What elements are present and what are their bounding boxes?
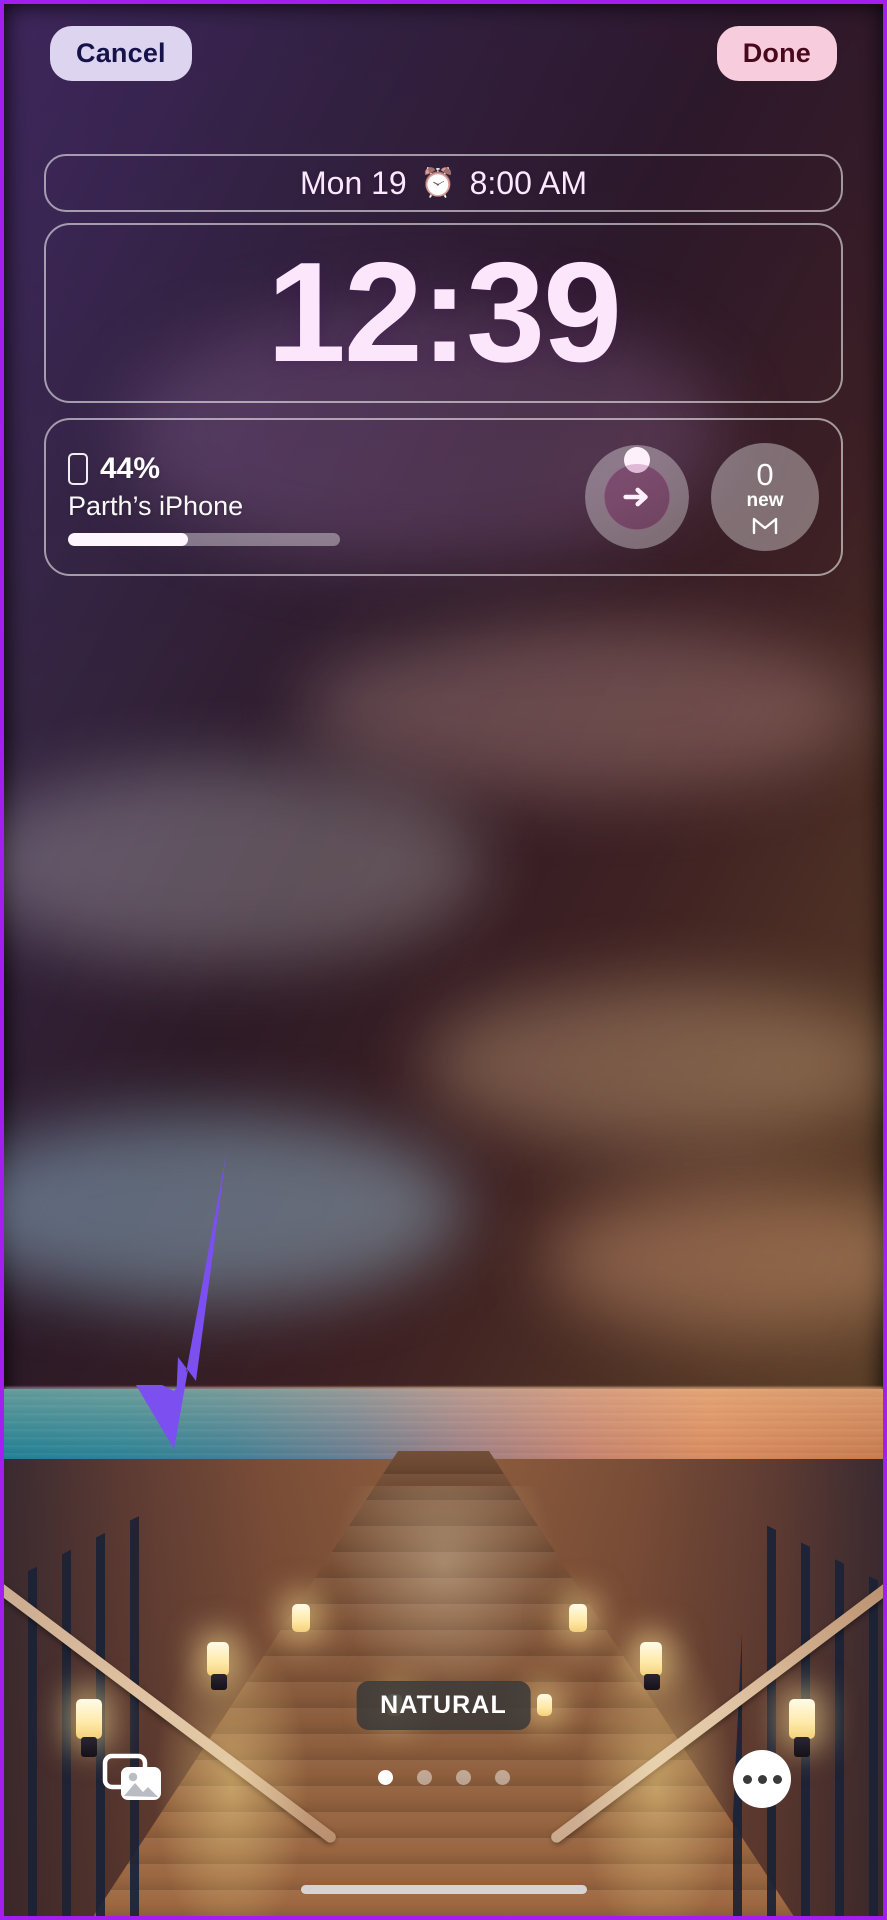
iphone-lockscreen-editor: Cancel Done Mon 19 ⏰ 8:00 AM 12:39 44% P… <box>0 0 887 1920</box>
pier-lamp-base <box>794 1737 810 1757</box>
editor-topbar: Cancel Done <box>4 26 883 81</box>
move-arrow-icon <box>623 487 648 507</box>
pier-lamp <box>207 1642 229 1676</box>
pier-lamp <box>292 1604 310 1632</box>
cancel-button[interactable]: Cancel <box>50 26 192 81</box>
pier-lamp-base <box>211 1674 227 1690</box>
battery-percent: 44% <box>100 452 161 485</box>
style-page-dots[interactable] <box>377 1770 510 1785</box>
more-options-button[interactable] <box>733 1750 791 1808</box>
iphone-icon <box>68 453 88 485</box>
pier-lamp <box>76 1699 102 1739</box>
style-page-dot[interactable] <box>416 1770 432 1785</box>
alarm-clock-icon: ⏰ <box>420 167 456 198</box>
battery-row: 44% <box>68 452 585 486</box>
alarm-time-label: 8:00 AM <box>469 164 587 201</box>
pier-lamp <box>640 1642 662 1676</box>
mail-unread-count: 0 <box>756 457 774 493</box>
pier-lamp-base <box>644 1674 660 1690</box>
pier-lamp <box>569 1604 587 1632</box>
pier-lamp <box>537 1694 552 1716</box>
pier-lamp-base <box>81 1737 97 1757</box>
date-widget-block[interactable]: Mon 19 ⏰ 8:00 AM <box>44 154 843 212</box>
home-indicator[interactable] <box>300 1885 587 1894</box>
pier-lamp <box>789 1699 815 1739</box>
wallpaper-style-label[interactable]: NATURAL <box>356 1681 531 1730</box>
battery-progress-track <box>68 533 340 546</box>
photo-stack-icon[interactable] <box>102 1752 164 1804</box>
activity-ring-center <box>604 464 670 530</box>
mail-new-label: new <box>746 490 784 512</box>
ellipsis-icon <box>772 1774 782 1784</box>
style-page-dot[interactable] <box>455 1770 471 1785</box>
battery-device-name: Parth’s iPhone <box>68 491 244 521</box>
battery-progress-fill <box>68 533 188 546</box>
widgets-block[interactable]: 44% Parth’s iPhone 0 new <box>44 418 843 576</box>
done-button[interactable]: Done <box>716 26 837 81</box>
date-label: Mon 19 <box>299 164 407 201</box>
ellipsis-icon <box>742 1774 752 1784</box>
battery-widget[interactable]: 44% Parth’s iPhone <box>68 448 585 546</box>
gmail-m-icon <box>752 517 778 535</box>
style-page-dot[interactable] <box>377 1770 393 1785</box>
clock-time: 12:39 <box>266 233 622 392</box>
gmail-widget[interactable]: 0 new <box>711 443 819 551</box>
ellipsis-icon <box>757 1774 767 1784</box>
fitness-ring-widget[interactable] <box>585 445 689 549</box>
style-page-dot[interactable] <box>494 1770 510 1785</box>
clock-block[interactable]: 12:39 <box>44 223 843 403</box>
